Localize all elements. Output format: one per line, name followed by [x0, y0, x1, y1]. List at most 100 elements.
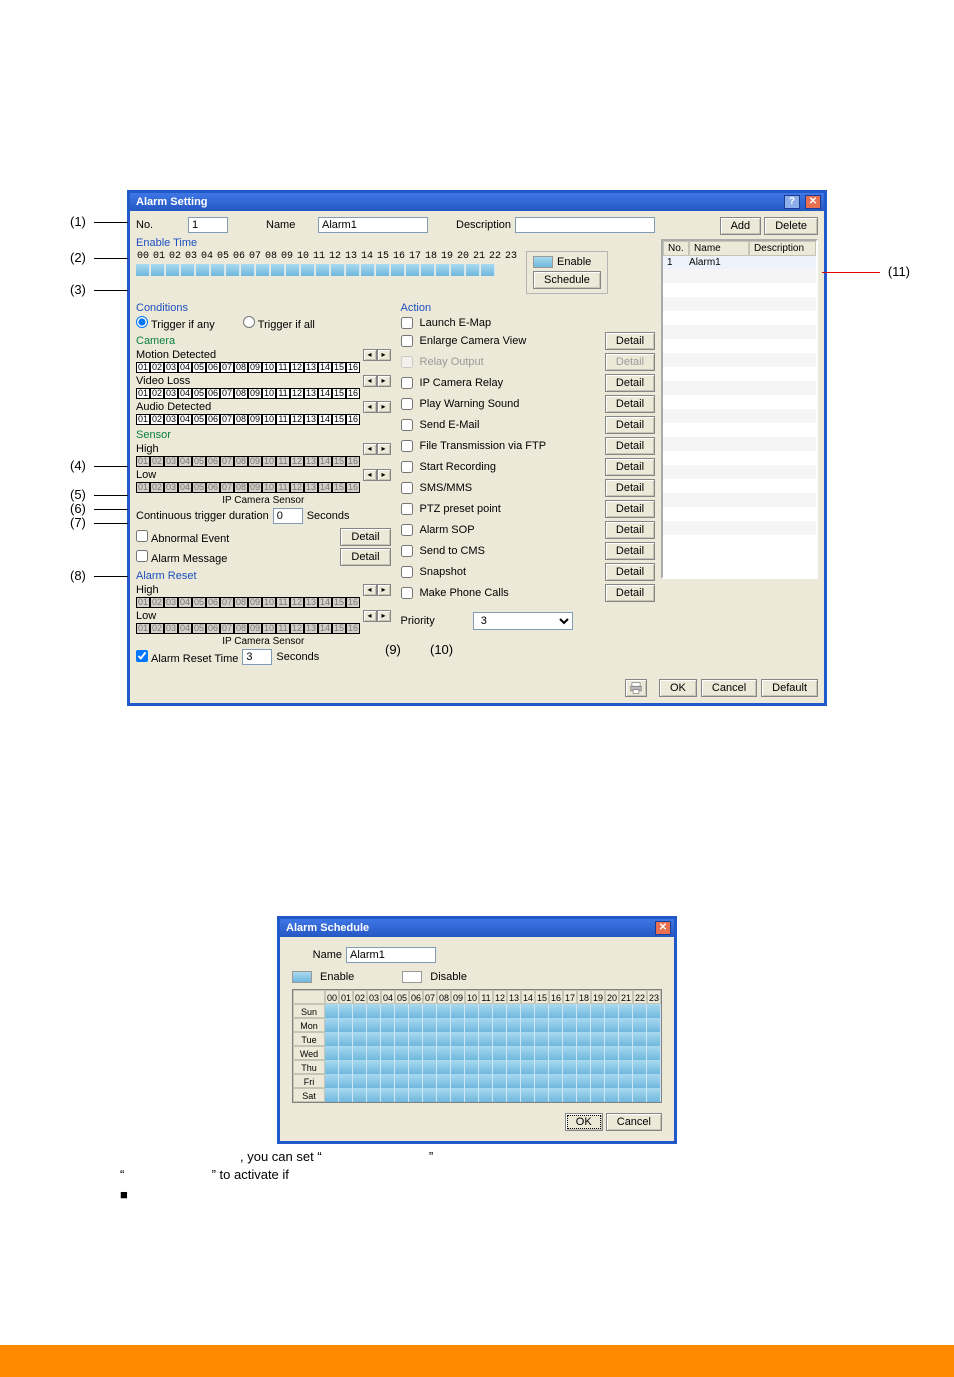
ok-button[interactable]: OK [659, 679, 697, 697]
motion-cells[interactable]: 01020304050607080910111213141516 [136, 362, 391, 373]
phone-calls-checkbox[interactable] [401, 587, 413, 599]
add-button[interactable]: Add [720, 217, 762, 235]
snapshot-checkbox[interactable] [401, 566, 413, 578]
ipcam-relay-checkbox[interactable] [401, 377, 413, 389]
default-button[interactable]: Default [761, 679, 818, 697]
motion-arrows[interactable]: ◂▸ [363, 349, 391, 361]
camera-group: Camera [136, 335, 391, 347]
close-icon[interactable]: ✕ [805, 195, 821, 209]
launch-emap-checkbox[interactable] [401, 317, 413, 329]
ptz-detail-button[interactable]: Detail [605, 500, 655, 518]
alarm-message-checkbox[interactable]: Alarm Message [136, 550, 227, 565]
sched-cancel-button[interactable]: Cancel [606, 1113, 662, 1131]
playwarn-detail-button[interactable]: Detail [605, 395, 655, 413]
sms-detail-button[interactable]: Detail [605, 479, 655, 497]
ip-camera-sensor-2[interactable]: IP Camera Sensor [136, 636, 391, 647]
sensor-low-arrows[interactable]: ◂▸ [363, 469, 391, 481]
audio-detected-label: Audio Detected [136, 401, 211, 413]
ptz-preset-checkbox[interactable] [401, 503, 413, 515]
alarm-reset-input[interactable] [242, 649, 272, 665]
ip-camera-sensor-1[interactable]: IP Camera Sensor [136, 495, 391, 506]
no-input[interactable] [188, 217, 228, 233]
enlarge-detail-button[interactable]: Detail [605, 332, 655, 350]
audio-cells[interactable]: 01020304050607080910111213141516 [136, 414, 391, 425]
delete-button[interactable]: Delete [764, 217, 818, 235]
email-detail-button[interactable]: Detail [605, 416, 655, 434]
conditions-title: Conditions [136, 302, 391, 314]
titlebar: Alarm Setting ? ✕ [130, 193, 824, 211]
schedule-grid[interactable]: 0001020304050607080910111213141516171819… [292, 989, 662, 1103]
sensor-high-cells[interactable]: 01020304050607080910111213141516 [136, 456, 391, 467]
priority-select[interactable]: 3 [473, 612, 573, 630]
ftp-detail-button[interactable]: Detail [605, 437, 655, 455]
alarm-list[interactable]: No. Name Description 1 Alarm1 [661, 239, 818, 579]
sched-name-label: Name [292, 949, 342, 961]
reset-high-cells[interactable]: 01020304050607080910111213141516 [136, 597, 391, 608]
abnormal-event-checkbox[interactable]: Abnormal Event [136, 530, 229, 545]
record-detail-button[interactable]: Detail [605, 458, 655, 476]
sched-name-input[interactable] [346, 947, 436, 963]
ptz-preset-label: PTZ preset point [420, 503, 501, 515]
sched-disable-label: Disable [430, 971, 467, 983]
sensor-high-arrows[interactable]: ◂▸ [363, 443, 391, 455]
help-icon[interactable]: ? [784, 195, 800, 209]
cancel-button[interactable]: Cancel [701, 679, 757, 697]
sensor-low-cells[interactable]: 01020304050607080910111213141516 [136, 482, 391, 493]
description-input[interactable] [515, 217, 655, 233]
description-label: Description [456, 219, 511, 231]
snapshot-detail-button[interactable]: Detail [605, 563, 655, 581]
alarmmsg-detail-button[interactable]: Detail [340, 548, 390, 566]
start-recording-checkbox[interactable] [401, 461, 413, 473]
send-cms-checkbox[interactable] [401, 545, 413, 557]
enable-time-bar[interactable] [136, 264, 518, 276]
launch-emap-label: Launch E-Map [420, 317, 492, 329]
videoloss-cells[interactable]: 01020304050607080910111213141516 [136, 388, 391, 399]
alarm-reset-time-checkbox[interactable]: Alarm Reset Time [136, 650, 238, 665]
list-row[interactable]: 1 Alarm1 [663, 256, 816, 269]
enable-time-hours: 0001020304050607080910111213141516171819… [136, 251, 518, 262]
continuous-input[interactable] [273, 508, 303, 524]
enable-legend: Enable [557, 256, 591, 268]
enable-time-title: Enable Time [136, 237, 655, 249]
seconds-label-2: Seconds [276, 651, 319, 663]
play-warning-checkbox[interactable] [401, 398, 413, 410]
list-head-no: No. [663, 241, 689, 256]
no-label: No. [136, 219, 184, 231]
file-ftp-checkbox[interactable] [401, 440, 413, 452]
videoloss-arrows[interactable]: ◂▸ [363, 375, 391, 387]
name-input[interactable] [318, 217, 428, 233]
callout-2: (2) [70, 250, 86, 265]
callout-7: (7) [70, 515, 86, 530]
enlarge-camera-checkbox[interactable] [401, 335, 413, 347]
sched-ok-button[interactable]: OK [565, 1113, 603, 1131]
sms-mms-checkbox[interactable] [401, 482, 413, 494]
sop-detail-button[interactable]: Detail [605, 521, 655, 539]
start-recording-label: Start Recording [420, 461, 496, 473]
reset-high-arrows[interactable]: ◂▸ [363, 584, 391, 596]
sensor-low-label: Low [136, 469, 156, 481]
ipcamrelay-detail-button[interactable]: Detail [605, 374, 655, 392]
relay-output-checkbox [401, 356, 413, 368]
seconds-label-1: Seconds [307, 510, 350, 522]
audio-arrows[interactable]: ◂▸ [363, 401, 391, 413]
phone-detail-button[interactable]: Detail [605, 584, 655, 602]
send-email-checkbox[interactable] [401, 419, 413, 431]
alarm-sop-checkbox[interactable] [401, 524, 413, 536]
trigger-all-radio[interactable]: Trigger if all [243, 316, 315, 331]
abnormal-detail-button[interactable]: Detail [340, 528, 390, 546]
sched-enable-swatch [292, 971, 312, 983]
callout-10: (10) [430, 642, 453, 657]
schedule-close-icon[interactable]: ✕ [655, 921, 671, 935]
reset-low-cells[interactable]: 01020304050607080910111213141516 [136, 623, 391, 634]
callout-1: (1) [70, 214, 86, 229]
trigger-any-radio[interactable]: Trigger if any [136, 316, 215, 331]
callout-11: (11) [888, 264, 910, 279]
alarm-setting-dialog: Alarm Setting ? ✕ No. Name De [127, 190, 827, 706]
cms-detail-button[interactable]: Detail [605, 542, 655, 560]
print-icon[interactable] [625, 679, 647, 697]
send-cms-label: Send to CMS [420, 545, 485, 557]
reset-low-arrows[interactable]: ◂▸ [363, 610, 391, 622]
page-footer [0, 1345, 954, 1377]
callout-6: (6) [70, 501, 86, 516]
schedule-button[interactable]: Schedule [533, 271, 601, 289]
